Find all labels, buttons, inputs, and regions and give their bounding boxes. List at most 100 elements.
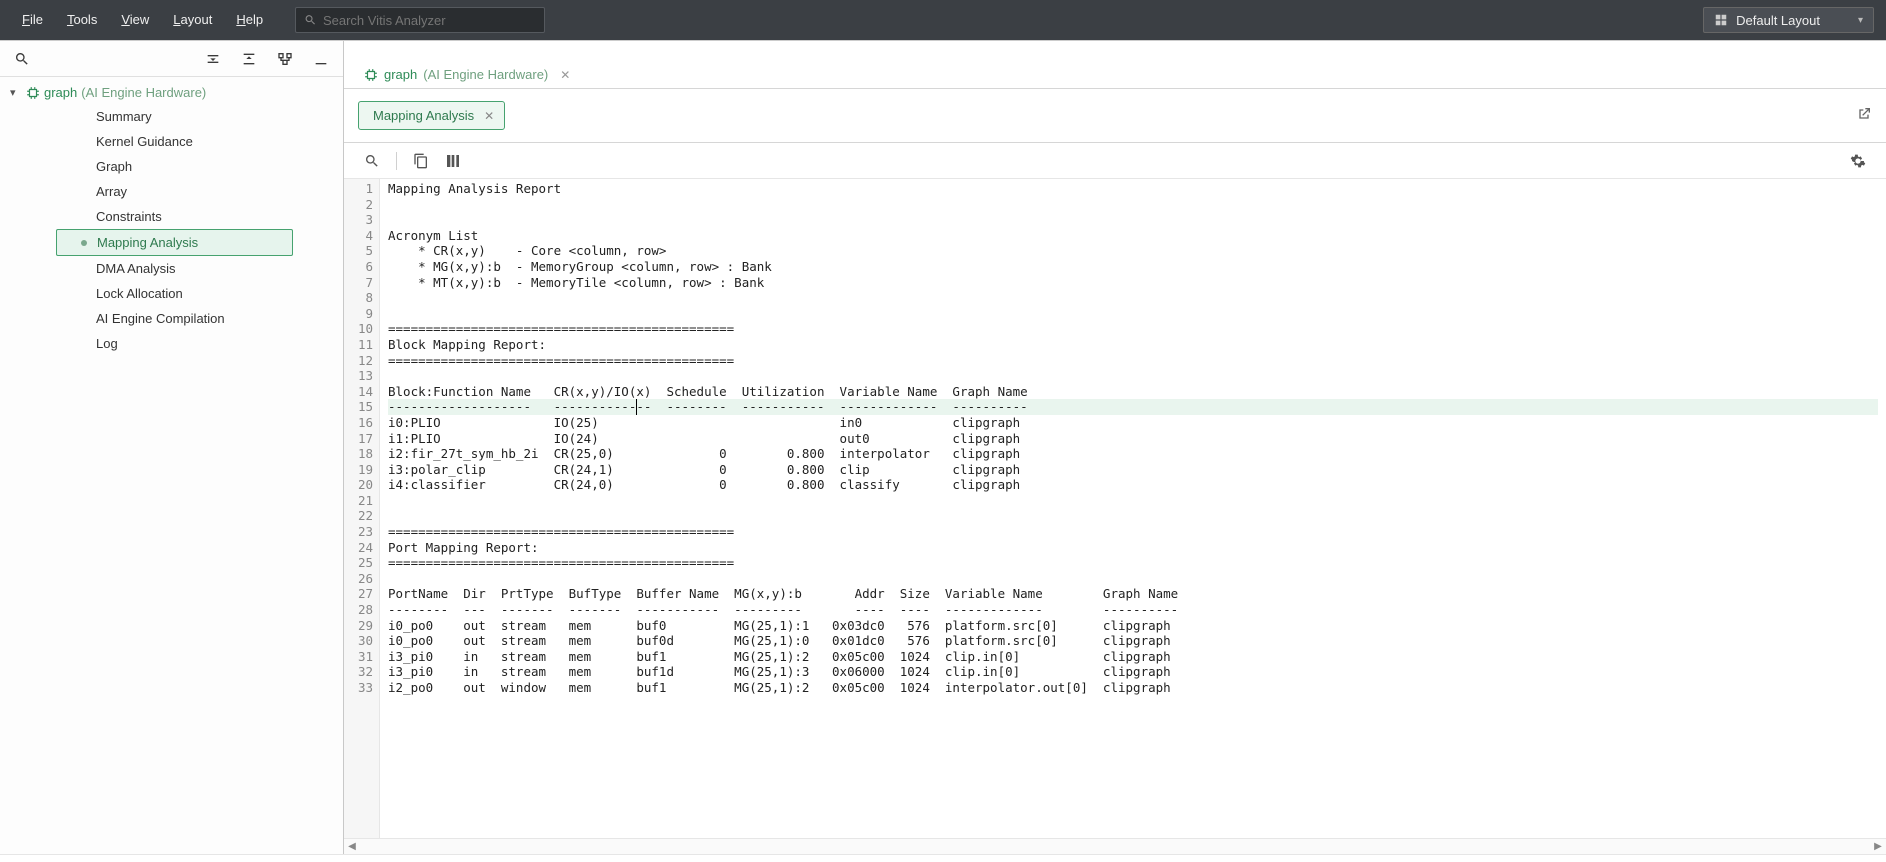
code-line: Mapping Analysis Report [388,181,1878,197]
line-number: 25 [350,555,373,571]
layout-button-label: Default Layout [1736,13,1820,28]
menu-help[interactable]: Help [226,8,273,32]
columns-icon[interactable] [439,147,467,175]
sidebar-item-label: Lock Allocation [96,286,183,301]
line-number: 18 [350,446,373,462]
tree-root-sub: (AI Engine Hardware) [81,85,206,100]
line-number: 20 [350,477,373,493]
close-icon[interactable]: ✕ [484,109,494,123]
scroll-right-icon[interactable]: ▶ [1870,841,1886,852]
search-container[interactable] [295,7,545,33]
line-number: 27 [350,586,373,602]
code-line: ========================================… [388,524,1878,540]
line-number: 9 [350,306,373,322]
line-number: 3 [350,212,373,228]
code-line [388,306,1878,322]
line-number: 31 [350,649,373,665]
content-pane: graph (AI Engine Hardware) ✕ Mapping Ana… [344,41,1886,854]
sidebar-item-mapping-analysis[interactable]: Mapping Analysis [56,229,293,256]
document-tab-title: graph [384,67,417,82]
code-line: ------------------- ------------- ------… [388,399,1878,415]
line-number: 7 [350,275,373,291]
gear-icon[interactable] [1844,147,1872,175]
line-number: 4 [350,228,373,244]
sidebar-item-label: Summary [96,109,152,124]
line-number: 28 [350,602,373,618]
line-number: 16 [350,415,373,431]
line-number: 10 [350,321,373,337]
tree-root-name: graph [44,85,77,100]
code-line [388,197,1878,213]
footer [0,854,1886,862]
code-line: i0_po0 out stream mem buf0 MG(25,1):1 0x… [388,618,1878,634]
bullet-icon [81,240,87,246]
code-line [388,212,1878,228]
code-line: Port Mapping Report: [388,540,1878,556]
search-icon [304,13,317,27]
sidebar-item-constraints[interactable]: Constraints [56,204,343,229]
chevron-down-icon: ▾ [1858,15,1863,26]
sidebar-item-label: DMA Analysis [96,261,175,276]
line-number: 11 [350,337,373,353]
code-area[interactable]: Mapping Analysis Report Acronym List * C… [380,179,1886,838]
line-number: 14 [350,384,373,400]
text-caret [636,399,637,415]
code-line: i0:PLIO IO(25) in0 clipgraph [388,415,1878,431]
line-number: 23 [350,524,373,540]
layout-grid-icon [1714,13,1728,27]
layout-button[interactable]: Default Layout ▾ [1703,7,1874,33]
code-line [388,290,1878,306]
code-line [388,508,1878,524]
code-line: * MT(x,y):b - MemoryTile <column, row> :… [388,275,1878,291]
expand-all-icon[interactable] [235,45,263,73]
code-line: PortName Dir PrtType BufType Buffer Name… [388,586,1878,602]
menu-file[interactable]: File [12,8,53,32]
line-number: 5 [350,243,373,259]
line-number: 21 [350,493,373,509]
code-line: i2:fir_27t_sym_hb_2i CR(25,0) 0 0.800 in… [388,446,1878,462]
project-tree: ▾ graph (AI Engine Hardware) Summary Kern… [0,77,343,854]
copy-icon[interactable] [407,147,435,175]
code-line: * MG(x,y):b - MemoryGroup <column, row> … [388,259,1878,275]
link-tree-icon[interactable] [271,45,299,73]
collapse-all-icon[interactable] [199,45,227,73]
tree-root-graph[interactable]: ▾ graph (AI Engine Hardware) [0,83,343,104]
editor[interactable]: 1234567891011121314151617181920212223242… [344,179,1886,838]
search-input[interactable] [323,13,536,28]
line-number: 13 [350,368,373,384]
horizontal-scrollbar[interactable]: ◀ ▶ [344,838,1886,854]
editor-search-icon[interactable] [358,147,386,175]
sidebar-item-summary[interactable]: Summary [56,104,343,129]
minimize-icon[interactable] [307,45,335,73]
code-line [388,368,1878,384]
sidebar-item-label: Array [96,184,127,199]
menu-view[interactable]: View [111,8,159,32]
document-tab-graph[interactable]: graph (AI Engine Hardware) ✕ [360,61,574,88]
sidebar-item-ai-engine-compilation[interactable]: AI Engine Compilation [56,306,343,331]
menu-tools[interactable]: Tools [57,8,107,32]
sidebar-item-log[interactable]: Log [56,331,343,356]
tree-children: Summary Kernel Guidance Graph Array Constrai… [0,104,343,356]
line-number: 2 [350,197,373,213]
close-icon[interactable]: ✕ [560,68,570,82]
code-line: i3:polar_clip CR(24,1) 0 0.800 clip clip… [388,462,1878,478]
sidebar-item-array[interactable]: Array [56,179,343,204]
line-number: 22 [350,508,373,524]
popout-icon[interactable] [1856,106,1872,125]
sidebar-item-lock-allocation[interactable]: Lock Allocation [56,281,343,306]
line-number: 33 [350,680,373,696]
sidebar: ▾ graph (AI Engine Hardware) Summary Kern… [0,41,344,854]
sidebar-item-kernel-guidance[interactable]: Kernel Guidance [56,129,343,154]
chevron-down-icon: ▾ [10,86,22,99]
code-line: i3_pi0 in stream mem buf1 MG(25,1):2 0x0… [388,649,1878,665]
code-line: ========================================… [388,555,1878,571]
sidebar-item-label: Kernel Guidance [96,134,193,149]
sidebar-item-dma-analysis[interactable]: DMA Analysis [56,256,343,281]
sidebar-search-icon[interactable] [8,45,36,73]
sidebar-item-graph[interactable]: Graph [56,154,343,179]
sidebar-item-label: AI Engine Compilation [96,311,225,326]
inner-tab-mapping-analysis[interactable]: Mapping Analysis ✕ [358,101,505,130]
scroll-left-icon[interactable]: ◀ [344,841,360,852]
menu-layout[interactable]: Layout [163,8,222,32]
code-line: ========================================… [388,353,1878,369]
